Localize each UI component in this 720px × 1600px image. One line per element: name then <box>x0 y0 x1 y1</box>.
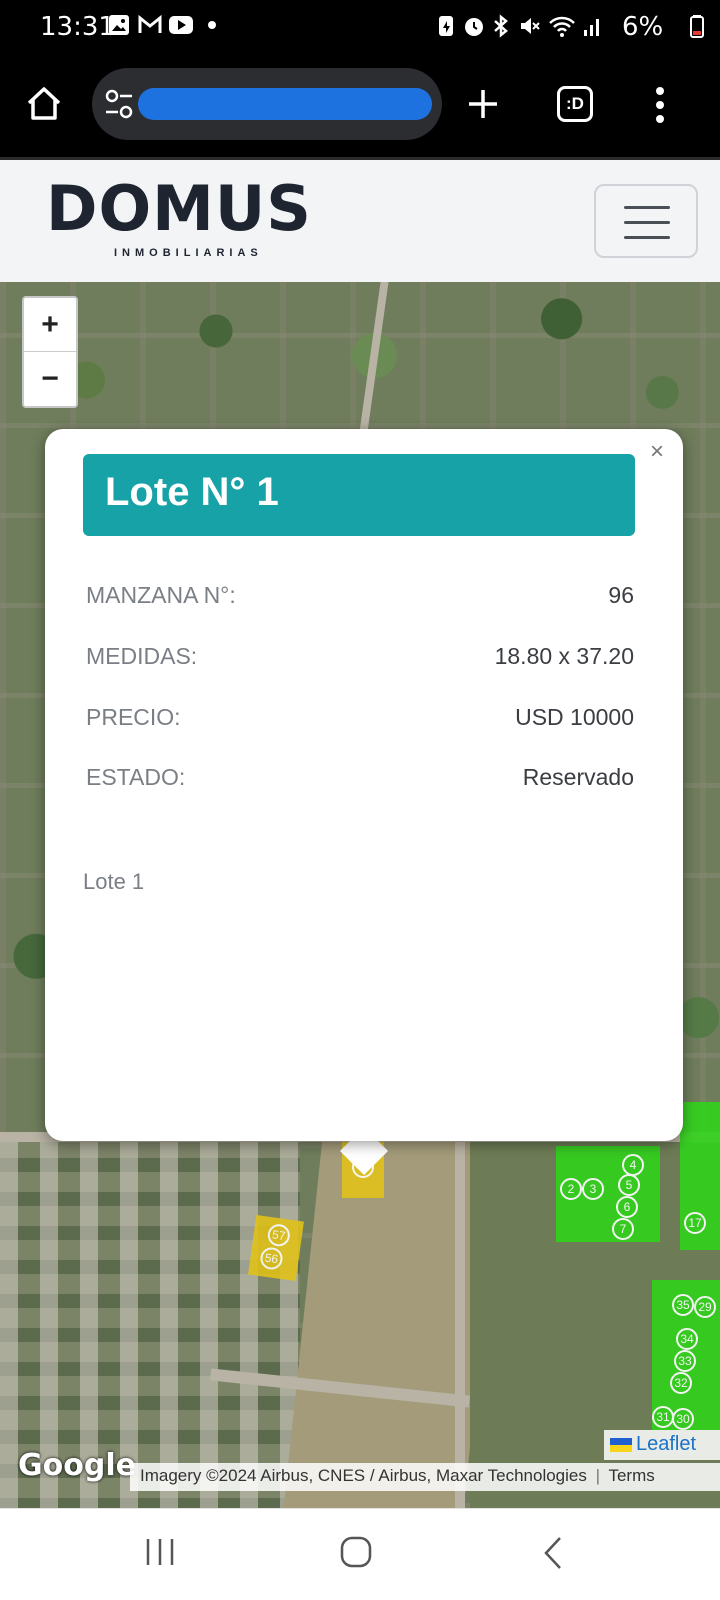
map-road <box>455 1142 465 1508</box>
terms-link[interactable]: Terms <box>608 1466 654 1485</box>
battery-percent: 6% <box>622 12 664 42</box>
site-logo-subtitle: INMOBILIARIAS <box>114 247 263 259</box>
tab-switcher-icon[interactable]: :D <box>557 86 593 122</box>
address-bar[interactable] <box>92 68 442 140</box>
alarm-icon <box>465 18 483 36</box>
lot-popup: Lote N° 1 MANZANA N°: 96 MEDIDAS: 18.80 … <box>45 429 683 1141</box>
popup-title: Lote N° 1 <box>105 470 279 514</box>
site-info-icon[interactable] <box>104 88 134 120</box>
dot-icon <box>208 21 216 29</box>
lot-polygon-group-b[interactable]: 17 <box>680 1102 720 1250</box>
home-button-icon[interactable] <box>340 1536 372 1568</box>
row-label: MEDIDAS: <box>86 643 198 669</box>
popup-close-button[interactable]: × <box>650 438 664 466</box>
site-logo[interactable]: DOMUS <box>46 172 312 245</box>
lot-polygon-group-a[interactable]: 4 2 3 5 6 7 <box>556 1146 660 1242</box>
lot-number: 7 <box>612 1218 634 1240</box>
leaflet-link[interactable]: Leaflet <box>636 1433 696 1455</box>
system-nav-bar <box>0 1508 720 1600</box>
google-logo: Google <box>18 1448 136 1483</box>
gallery-icon <box>109 15 129 35</box>
row-label: MANZANA N°: <box>86 582 236 608</box>
lot-number: 34 <box>676 1328 698 1350</box>
zoom-in-button[interactable]: + <box>24 298 76 352</box>
imagery-text: Imagery ©2024 Airbus, CNES / Airbus, Max… <box>140 1466 587 1485</box>
row-value: 18.80 x 37.20 <box>494 643 634 669</box>
lot-number: 4 <box>622 1154 644 1176</box>
site-header: DOMUS INMOBILIARIAS <box>0 160 720 282</box>
popup-title-bar: Lote N° 1 <box>83 454 635 536</box>
lot-number: 2 <box>560 1178 582 1200</box>
browser-toolbar: :D <box>0 56 720 160</box>
ukraine-flag-icon <box>610 1437 632 1452</box>
row-value: Reservado <box>522 764 634 790</box>
lot-number: 3 <box>582 1178 604 1200</box>
back-icon[interactable] <box>542 1536 564 1570</box>
youtube-icon <box>169 16 193 34</box>
zoom-out-button[interactable]: − <box>24 352 76 406</box>
recents-icon[interactable] <box>144 1537 176 1567</box>
lot-number: 5 <box>618 1174 640 1196</box>
lot-polygon-group-c[interactable]: 35 29 34 33 32 31 30 <box>652 1280 720 1430</box>
bluetooth-icon <box>494 14 508 38</box>
zoom-control: + − <box>22 296 78 408</box>
lot-polygon-57-56[interactable]: 57 56 <box>248 1214 304 1282</box>
lot-number: 35 <box>672 1294 694 1316</box>
lot-number: 6 <box>616 1196 638 1218</box>
home-icon[interactable] <box>24 84 64 124</box>
lot-number: 17 <box>684 1212 706 1234</box>
lot-number: 33 <box>674 1350 696 1372</box>
leaflet-attribution[interactable]: Leaflet <box>604 1430 720 1460</box>
lot-number: 30 <box>672 1408 694 1430</box>
lot-number: 32 <box>670 1372 692 1394</box>
lot-number: 57 <box>266 1222 292 1248</box>
data-saver-icon <box>439 16 453 36</box>
new-tab-icon[interactable] <box>466 87 500 121</box>
signal-icon <box>584 19 599 36</box>
gmail-icon <box>138 14 162 33</box>
imagery-attribution: Imagery ©2024 Airbus, CNES / Airbus, Max… <box>130 1463 720 1491</box>
row-value: USD 10000 <box>515 704 634 730</box>
status-time: 13:31 <box>40 12 115 42</box>
map-road <box>359 282 389 432</box>
lot-number: 56 <box>259 1246 284 1271</box>
popup-description: Lote 1 <box>83 869 145 894</box>
lot-number: 29 <box>694 1296 716 1318</box>
wifi-icon <box>549 16 575 37</box>
map-field <box>277 1142 503 1508</box>
status-bar: 13:31 6% <box>0 0 720 56</box>
mute-icon <box>521 18 540 34</box>
more-menu-icon[interactable] <box>654 86 666 124</box>
row-value: 96 <box>608 582 634 608</box>
url-redacted <box>138 88 432 120</box>
hamburger-menu-button[interactable] <box>594 184 698 258</box>
lot-number: 31 <box>652 1406 674 1428</box>
row-label: ESTADO: <box>86 764 186 790</box>
row-label: PRECIO: <box>86 704 181 730</box>
battery-icon <box>690 15 704 38</box>
